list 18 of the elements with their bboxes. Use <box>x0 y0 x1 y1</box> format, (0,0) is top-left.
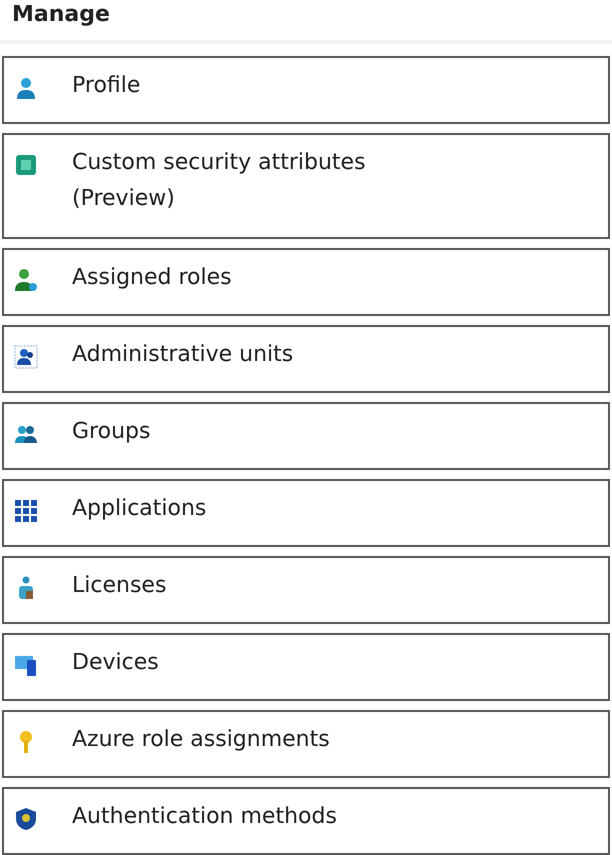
devices-icon <box>14 653 38 677</box>
nav-item[interactable]: Licenses <box>2 556 610 624</box>
nav-item[interactable]: Custom security attributes (Preview) <box>2 133 610 239</box>
nav-item[interactable]: Authentication methods <box>2 787 610 855</box>
person-icon <box>14 76 38 100</box>
nav-item[interactable]: Administrative units <box>2 325 610 393</box>
nav-item[interactable]: Applications <box>2 479 610 547</box>
nav-item[interactable]: Devices <box>2 633 610 701</box>
nav-item[interactable]: Azure role assignments <box>2 710 610 778</box>
person-icon <box>14 268 38 292</box>
section-heading: Manage <box>0 0 612 44</box>
people-icon <box>14 345 38 369</box>
nav-item[interactable]: Profile <box>2 56 610 124</box>
nav-item[interactable]: Groups <box>2 402 610 470</box>
grid-icon <box>14 499 38 523</box>
shield-icon <box>14 807 38 831</box>
nav-item[interactable]: Assigned roles <box>2 248 610 316</box>
attributes-icon <box>14 153 38 177</box>
